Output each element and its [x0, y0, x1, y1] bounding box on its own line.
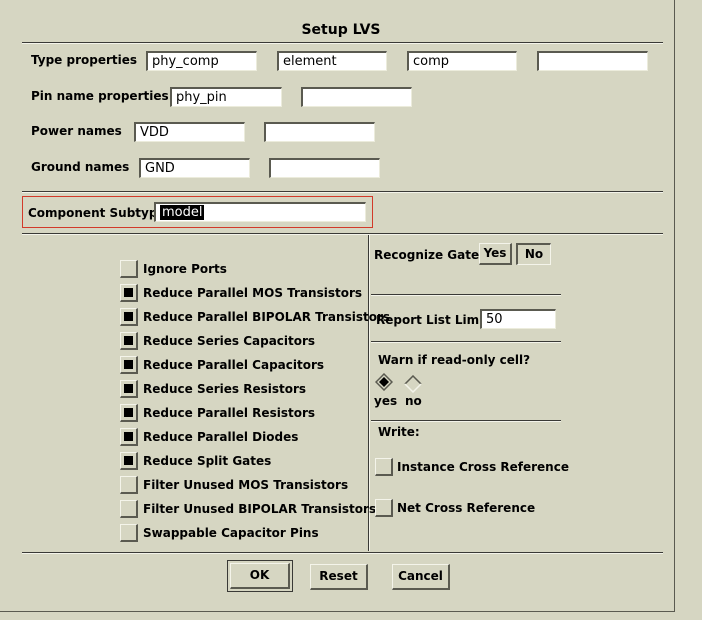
net-cross-reference-checkbox[interactable] — [375, 499, 393, 517]
section-divider-2 — [22, 233, 663, 235]
right-divider-2 — [371, 341, 561, 343]
reduce-parallel-mos-checkbox[interactable] — [120, 284, 138, 302]
warn-no-label: no — [405, 394, 422, 408]
ground-name-field-2[interactable] — [269, 158, 380, 178]
type-property-field-1[interactable]: phy_comp — [146, 51, 257, 71]
section-divider-1 — [22, 191, 663, 193]
reduce-parallel-resistors-checkbox[interactable] — [120, 404, 138, 422]
pin-name-field-2[interactable] — [301, 87, 412, 107]
report-list-limit-field[interactable]: 50 — [480, 309, 556, 329]
reduce-parallel-capacitors-checkbox[interactable] — [120, 356, 138, 374]
reduce-parallel-bipolar-checkbox[interactable] — [120, 308, 138, 326]
reduce-series-resistors-checkbox[interactable] — [120, 380, 138, 398]
component-subtype-field[interactable]: model — [154, 202, 366, 222]
warn-yes-label: yes — [374, 394, 398, 408]
component-subtype-label: Component Subtype — [28, 206, 166, 220]
reduce-series-resistors-label: Reduce Series Resistors — [143, 382, 307, 396]
warn-readonly-label: Warn if read-only cell? — [378, 353, 531, 367]
instance-cross-reference-checkbox[interactable] — [375, 458, 393, 476]
reduce-series-capacitors-checkbox[interactable] — [120, 332, 138, 350]
reduce-series-capacitors-label: Reduce Series Capacitors — [143, 334, 316, 348]
reset-button[interactable]: Reset — [310, 564, 368, 590]
dialog-title: Setup LVS — [301, 22, 381, 38]
filter-unused-mos-checkbox[interactable] — [120, 476, 138, 494]
swappable-capacitor-pins-checkbox[interactable] — [120, 524, 138, 542]
ignore-ports-checkbox[interactable] — [120, 260, 138, 278]
component-subtype-value: model — [160, 205, 205, 220]
filter-unused-bipolar-label: Filter Unused BIPOLAR Transistors — [143, 502, 377, 516]
power-name-field-1[interactable]: VDD — [134, 122, 245, 142]
power-name-field-2[interactable] — [264, 122, 375, 142]
reduce-parallel-diodes-label: Reduce Parallel Diodes — [143, 430, 299, 444]
report-list-limit-label: Report List Limit — [376, 313, 489, 327]
reduce-parallel-bipolar-label: Reduce Parallel BIPOLAR Transistors — [143, 310, 391, 324]
cancel-button[interactable]: Cancel — [392, 564, 450, 590]
right-divider-3 — [371, 420, 561, 422]
warn-yes-radio[interactable] — [375, 373, 393, 391]
ground-name-field-1[interactable]: GND — [139, 158, 250, 178]
pin-name-properties-label: Pin name properties — [31, 89, 169, 103]
ground-names-label: Ground names — [31, 160, 130, 174]
reduce-parallel-capacitors-label: Reduce Parallel Capacitors — [143, 358, 325, 372]
pin-name-field-1[interactable]: phy_pin — [170, 87, 282, 107]
type-property-field-4[interactable] — [537, 51, 648, 71]
ignore-ports-label: Ignore Ports — [143, 262, 227, 276]
power-names-label: Power names — [31, 124, 122, 138]
swappable-capacitor-pins-label: Swappable Capacitor Pins — [143, 526, 319, 540]
write-label: Write: — [378, 425, 420, 439]
type-properties-label: Type properties — [31, 53, 138, 67]
reduce-split-gates-label: Reduce Split Gates — [143, 454, 272, 468]
recognize-gates-yes-button[interactable]: Yes — [479, 243, 512, 265]
filter-unused-mos-label: Filter Unused MOS Transistors — [143, 478, 349, 492]
recognize-gates-label: Recognize Gates — [374, 248, 487, 262]
right-divider-1 — [371, 294, 561, 296]
warn-no-radio[interactable] — [404, 375, 422, 393]
reduce-parallel-resistors-label: Reduce Parallel Resistors — [143, 406, 316, 420]
recognize-gates-no-button[interactable]: No — [516, 243, 551, 265]
ok-button[interactable]: OK — [227, 560, 293, 592]
instance-cross-reference-label: Instance Cross Reference — [397, 460, 569, 474]
reduce-parallel-mos-label: Reduce Parallel MOS Transistors — [143, 286, 363, 300]
type-property-field-3[interactable]: comp — [407, 51, 517, 71]
footer-divider — [22, 552, 663, 554]
type-property-field-2[interactable]: element — [277, 51, 387, 71]
net-cross-reference-label: Net Cross Reference — [397, 501, 536, 515]
filter-unused-bipolar-checkbox[interactable] — [120, 500, 138, 518]
reduce-parallel-diodes-checkbox[interactable] — [120, 428, 138, 446]
title-divider — [22, 42, 663, 44]
reduce-split-gates-checkbox[interactable] — [120, 452, 138, 470]
